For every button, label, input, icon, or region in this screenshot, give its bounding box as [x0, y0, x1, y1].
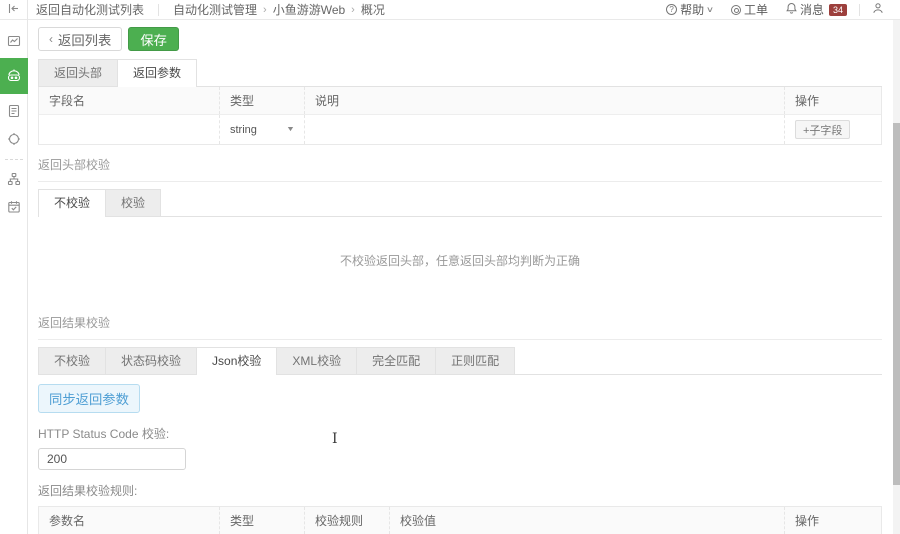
message-label: 消息 [799, 3, 824, 17]
help-menu[interactable]: ? 帮助 ∨ [660, 1, 719, 18]
col-field-name: 字段名 [49, 94, 86, 108]
ticket-menu[interactable]: 工单 [725, 1, 774, 18]
sidebar-item-global[interactable] [0, 126, 28, 152]
action-cell: +子字段 [784, 115, 881, 144]
breadcrumb-item[interactable]: 小鱼游游Web [273, 1, 345, 18]
col-value: 校验值 [389, 507, 784, 534]
robot-icon [6, 68, 22, 84]
help-icon: ? [666, 4, 678, 15]
sidebar-item-dashboard[interactable] [0, 28, 28, 54]
table-header-row: 字段名 类型 说明 操作 [39, 87, 881, 115]
description-cell[interactable] [304, 115, 784, 144]
user-icon [872, 2, 884, 17]
chevron-left-icon: ‹ [49, 32, 53, 46]
sidebar-item-automation[interactable] [0, 58, 28, 94]
chart-monitor-icon [7, 34, 21, 48]
type-select-value: string [230, 123, 257, 136]
vertical-scrollbar[interactable] [893, 20, 900, 534]
text-cursor: I [332, 431, 338, 447]
tab-return-header[interactable]: 返回头部 [38, 59, 119, 86]
ticket-icon [730, 4, 741, 15]
message-count-badge: 34 [828, 3, 847, 16]
tab-no-validate[interactable]: 不校验 [38, 347, 107, 374]
section-title-result-check: 返回结果校验 [38, 314, 882, 340]
header-check-empty-message: 不校验返回头部，任意返回头部均判断为正确 [339, 253, 580, 268]
return-params-table: 字段名 类型 说明 操作 string ▼ +子字段 [38, 87, 882, 145]
http-status-label: HTTP Status Code 校验: [38, 427, 170, 441]
table-header-row: 参数名 类型 校验规则 校验值 操作 [39, 507, 881, 534]
add-child-field-button[interactable]: +子字段 [795, 120, 851, 139]
back-to-list-link[interactable]: 返回自动化测试列表 [28, 1, 158, 18]
col-action: 操作 [784, 87, 881, 114]
sidebar-item-plan[interactable] [0, 194, 28, 220]
left-sidebar [0, 0, 28, 534]
document-icon [7, 104, 21, 118]
section-title-header-check: 返回头部校验 [38, 156, 882, 182]
dropdown-caret-icon: ▼ [286, 126, 296, 133]
col-action: 操作 [784, 507, 881, 534]
toolbar: ‹ 返回列表 保存 [38, 20, 882, 56]
sitemap-icon [7, 172, 21, 186]
top-header-bar: 返回自动化测试列表 自动化测试管理 › 小鱼游游Web › 概况 ? 帮助 ∨ … [28, 0, 900, 20]
header-divider [859, 3, 860, 16]
sync-return-params-button[interactable]: 同步返回参数 [38, 384, 140, 413]
scrollbar-thumb[interactable] [893, 123, 900, 485]
sidebar-collapse-button[interactable] [0, 0, 27, 20]
bell-icon [786, 2, 797, 17]
breadcrumb-item[interactable]: 概况 [361, 1, 385, 18]
ticket-label: 工单 [743, 3, 768, 17]
header-check-tabs: 不校验 校验 [38, 189, 882, 217]
tab-xml-validate[interactable]: XML校验 [277, 347, 358, 374]
calendar-check-icon [7, 200, 21, 214]
tab-no-check[interactable]: 不校验 [38, 189, 107, 217]
breadcrumb: 自动化测试管理 › 小鱼游游Web › 概况 [159, 1, 385, 18]
main-content: ‹ 返回列表 保存 返回头部 返回参数 字段名 类型 说明 操作 string [28, 20, 892, 534]
tab-return-params[interactable]: 返回参数 [118, 59, 198, 87]
col-param-name: 参数名 [49, 514, 86, 528]
col-rule: 校验规则 [304, 507, 389, 534]
type-select[interactable]: string ▼ [230, 123, 296, 136]
user-menu[interactable] [866, 2, 890, 17]
save-button[interactable]: 保存 [128, 27, 179, 51]
col-type: 类型 [219, 507, 304, 534]
tab-regex-match[interactable]: 正则匹配 [436, 347, 516, 374]
table-row: string ▼ +子字段 [39, 115, 881, 144]
message-menu[interactable]: 消息 34 [780, 1, 853, 18]
col-type: 类型 [219, 87, 304, 114]
return-tabs: 返回头部 返回参数 [38, 59, 882, 87]
col-description: 说明 [304, 87, 784, 114]
chevron-down-icon: ∨ [705, 5, 715, 14]
breadcrumb-item[interactable]: 自动化测试管理 [173, 1, 257, 18]
collapse-left-icon [7, 2, 20, 18]
validation-rules-table: 参数名 类型 校验规则 校验值 操作 statusCode string ▼ 无 [38, 506, 882, 534]
type-select-cell: string ▼ [219, 115, 304, 144]
breadcrumb-separator: › [351, 3, 355, 16]
tab-json-validate[interactable]: Json校验 [197, 347, 278, 375]
breadcrumb-separator: › [263, 3, 267, 16]
sidebar-item-reports[interactable] [0, 98, 28, 124]
sidebar-divider [4, 159, 23, 160]
http-status-input[interactable] [38, 448, 186, 470]
back-to-list-button[interactable]: ‹ 返回列表 [38, 27, 123, 51]
tab-check[interactable]: 校验 [106, 189, 162, 216]
page: 返回自动化测试列表 自动化测试管理 › 小鱼游游Web › 概况 ? 帮助 ∨ … [0, 0, 900, 534]
sidebar-item-topology[interactable] [0, 166, 28, 192]
tab-status-code[interactable]: 状态码校验 [106, 347, 198, 374]
globe-icon [7, 132, 21, 146]
back-button-label: 返回列表 [58, 32, 112, 48]
result-rules-label: 返回结果校验规则: [38, 484, 138, 498]
tab-full-match[interactable]: 完全匹配 [357, 347, 437, 374]
help-label: 帮助 [680, 3, 705, 17]
field-name-cell[interactable] [39, 115, 219, 144]
result-check-tabs: 不校验 状态码校验 Json校验 XML校验 完全匹配 正则匹配 [38, 347, 882, 375]
